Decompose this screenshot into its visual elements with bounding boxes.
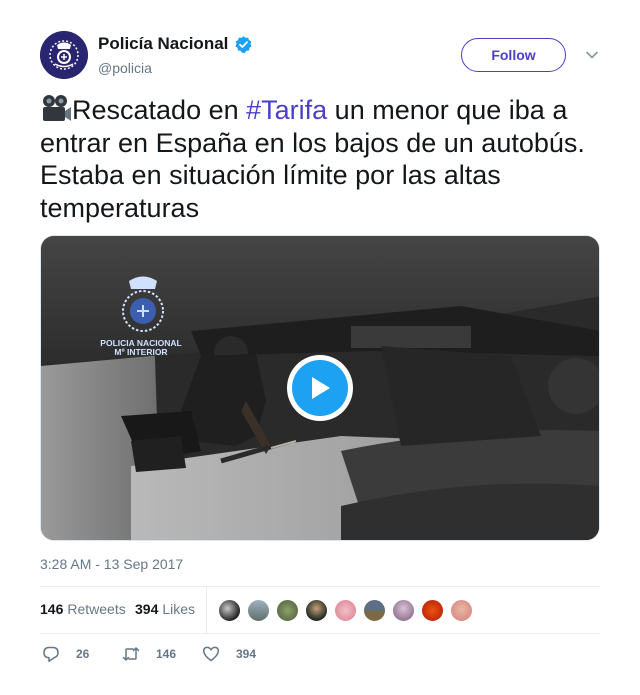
liker-avatar[interactable] xyxy=(217,598,242,623)
tweet-timestamp[interactable]: 3:28 AM - 13 Sep 2017 xyxy=(40,556,183,572)
liker-avatar[interactable] xyxy=(246,598,271,623)
retweet-icon xyxy=(122,647,140,661)
police-crest-icon xyxy=(40,31,88,79)
reply-count: 26 xyxy=(76,647,90,661)
avatar[interactable] xyxy=(40,31,88,79)
liker-avatar[interactable] xyxy=(391,598,416,623)
chevron-down-icon[interactable] xyxy=(585,48,599,62)
liker-avatar[interactable] xyxy=(275,598,300,623)
heart-icon xyxy=(202,646,220,662)
like-count: 394 xyxy=(236,647,257,661)
video-player[interactable]: POLICIA NACIONAL Mº INTERIOR xyxy=(40,235,600,541)
divider xyxy=(40,633,600,634)
liker-avatar[interactable] xyxy=(449,598,474,623)
reply-icon xyxy=(43,646,59,662)
author-name-row: Policía Nacional xyxy=(98,34,253,54)
retweet-button[interactable]: 146 xyxy=(122,645,176,663)
likers-avatars xyxy=(217,598,478,623)
follow-button[interactable]: Follow xyxy=(461,38,566,72)
retweets-stat[interactable]: 146 Retweets xyxy=(40,601,126,617)
likes-stat[interactable]: 394 Likes xyxy=(135,601,195,617)
likes-label: Likes xyxy=(162,601,196,617)
reply-button[interactable]: 26 xyxy=(42,645,89,663)
like-button[interactable]: 394 xyxy=(202,645,256,663)
movie-camera-icon xyxy=(43,95,71,121)
play-button[interactable] xyxy=(287,355,353,421)
author-name[interactable]: Policía Nacional xyxy=(98,34,228,54)
engagement-stats: 146 Retweets 394 Likes xyxy=(40,587,600,633)
watermark-line-2: Mº INTERIOR xyxy=(114,347,168,357)
author-handle[interactable]: @policia xyxy=(98,60,152,76)
tweet-header: Policía Nacional @policia Follow xyxy=(40,31,600,79)
liker-avatar[interactable] xyxy=(333,598,358,623)
tweet-text-before: Rescatado en xyxy=(72,95,247,125)
liker-avatar[interactable] xyxy=(304,598,329,623)
hashtag-link[interactable]: #Tarifa xyxy=(246,95,327,125)
play-button-inner xyxy=(292,360,348,416)
retweet-count: 146 xyxy=(156,647,177,661)
tweet-text: Rescatado en #Tarifa un menor que iba a … xyxy=(40,94,610,224)
likes-count: 394 xyxy=(135,601,159,617)
video-watermark: POLICIA NACIONAL Mº INTERIOR xyxy=(91,339,191,357)
verified-badge-icon xyxy=(235,35,252,53)
liker-avatar[interactable] xyxy=(362,598,387,623)
tweet-actions: 26 146 394 xyxy=(40,645,600,665)
play-icon xyxy=(312,377,330,399)
retweets-count: 146 xyxy=(40,601,64,617)
stats-separator xyxy=(206,587,207,633)
liker-avatar[interactable] xyxy=(420,598,445,623)
retweets-label: Retweets xyxy=(67,601,126,617)
